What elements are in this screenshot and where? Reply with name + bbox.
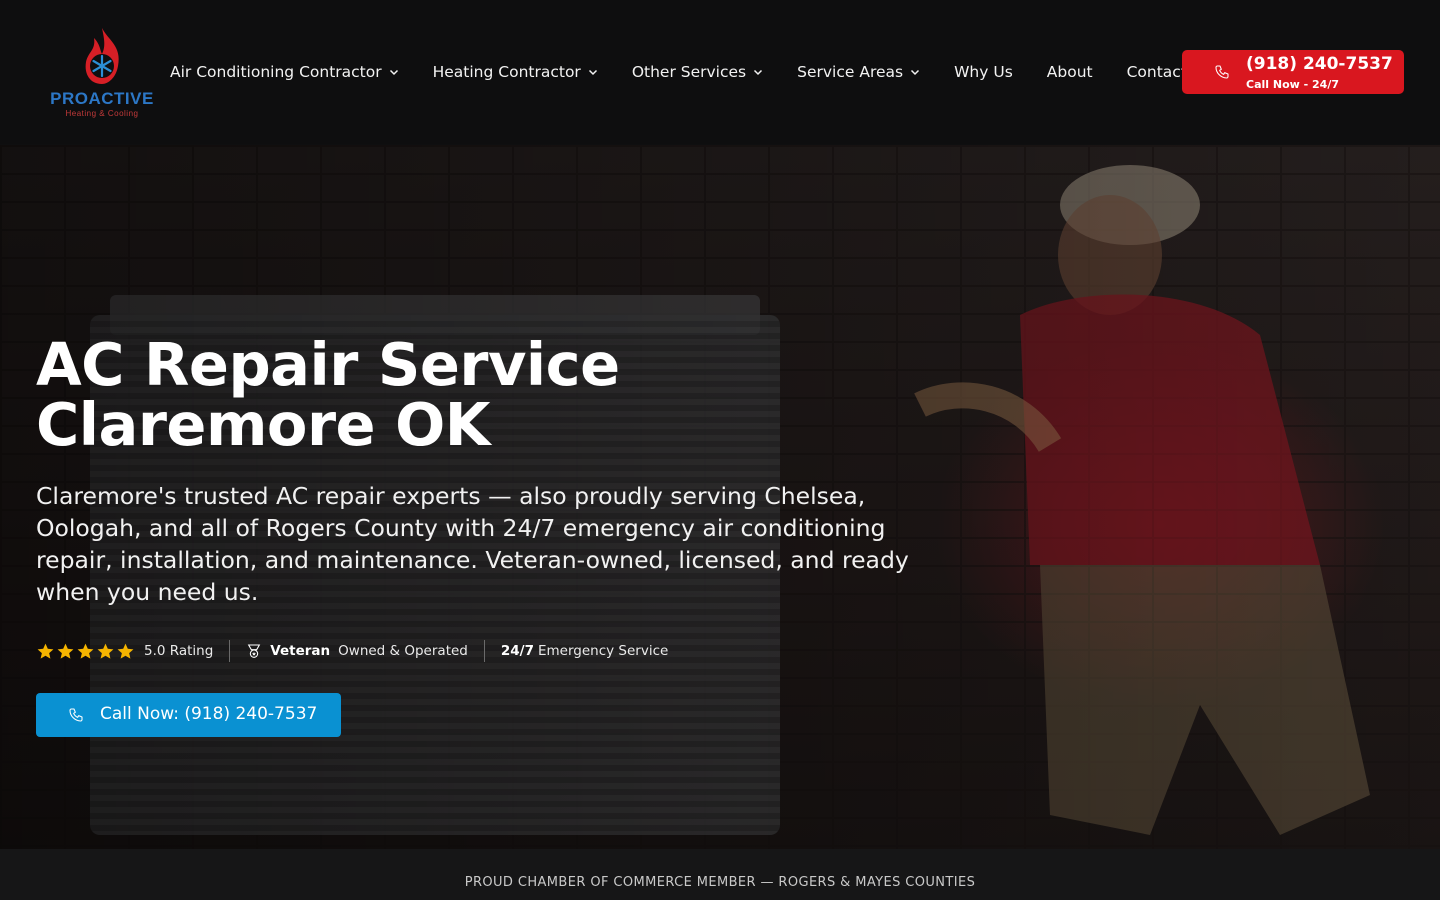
chamber-strip: PROUD CHAMBER OF COMMERCE MEMBER — ROGER… [0,849,1440,900]
star-icon [97,643,114,659]
nav-label: Service Areas [797,63,904,81]
nav-label: About [1046,63,1093,81]
nav-item-contact[interactable]: Contact [1127,63,1187,81]
logo-tagline: Heating & Cooling [65,109,139,118]
nav-item-other-services[interactable]: Other Services [632,63,763,81]
nav-item-air-conditioning-contractor[interactable]: Air Conditioning Contractor [170,63,399,81]
chevron-down-icon [754,69,763,76]
emergency-strong: 24/7 [500,643,534,659]
site-logo[interactable]: PROACTIVE Heating & Cooling [44,26,162,120]
star-icon [57,643,74,659]
trust-badges: 5.0 Rating Veteran Owned & Operated 24/7… [36,638,668,664]
nav-item-why-us[interactable]: Why Us [954,63,1013,81]
emergency-label: Emergency Service [537,643,669,659]
star-icon [77,643,94,659]
main-nav: Air Conditioning Contractor Heating Cont… [170,60,1187,84]
nav-item-about[interactable]: About [1047,63,1093,81]
nav-label: Air Conditioning Contractor [170,63,382,81]
hero-call-button[interactable]: Call Now: (918) 240-7537 [36,693,341,737]
rating-stars [36,642,136,661]
nav-label: Why Us [954,63,1013,81]
chamber-text: PROUD CHAMBER OF COMMERCE MEMBER — ROGER… [464,875,976,890]
chevron-down-icon [588,69,597,76]
chevron-down-icon [911,69,920,76]
header-call-button[interactable]: (918) 240-7537 Call Now - 24/7 [1182,50,1404,94]
star-icon [37,643,54,659]
badge-divider [483,640,485,662]
hero-call-label: Call Now: (918) 240-7537 [100,704,318,724]
chevron-down-icon [389,69,398,76]
nav-label: Heating Contractor [432,63,581,81]
rating-label: 5.0 Rating [144,643,214,659]
flame-snowflake-icon [85,28,119,84]
nav-label: Contact [1126,63,1187,81]
veteran-badge-icon [248,644,261,658]
logo-brand: PROACTIVE [50,89,154,108]
hero-description: Claremore's trusted AC repair experts — … [36,482,909,606]
header-call-subtext: Call Now - 24/7 [1246,78,1339,91]
hero-title: AC Repair Service Claremore OK [36,330,620,459]
veteran-strong: Veteran [270,643,331,659]
phone-icon [69,708,83,722]
site-header: PROACTIVE Heating & Cooling Air Conditio… [0,0,1440,144]
header-call-number: (918) 240-7537 [1246,54,1393,74]
nav-label: Other Services [631,63,747,81]
badge-divider [229,640,231,662]
veteran-label: Owned & Operated [338,643,468,659]
nav-item-heating-contractor[interactable]: Heating Contractor [433,63,598,81]
nav-item-service-areas[interactable]: Service Areas [797,63,920,81]
phone-icon [1215,65,1229,79]
star-icon [117,643,134,659]
hero-section: AC Repair Service Claremore OK Claremore… [0,145,1440,849]
